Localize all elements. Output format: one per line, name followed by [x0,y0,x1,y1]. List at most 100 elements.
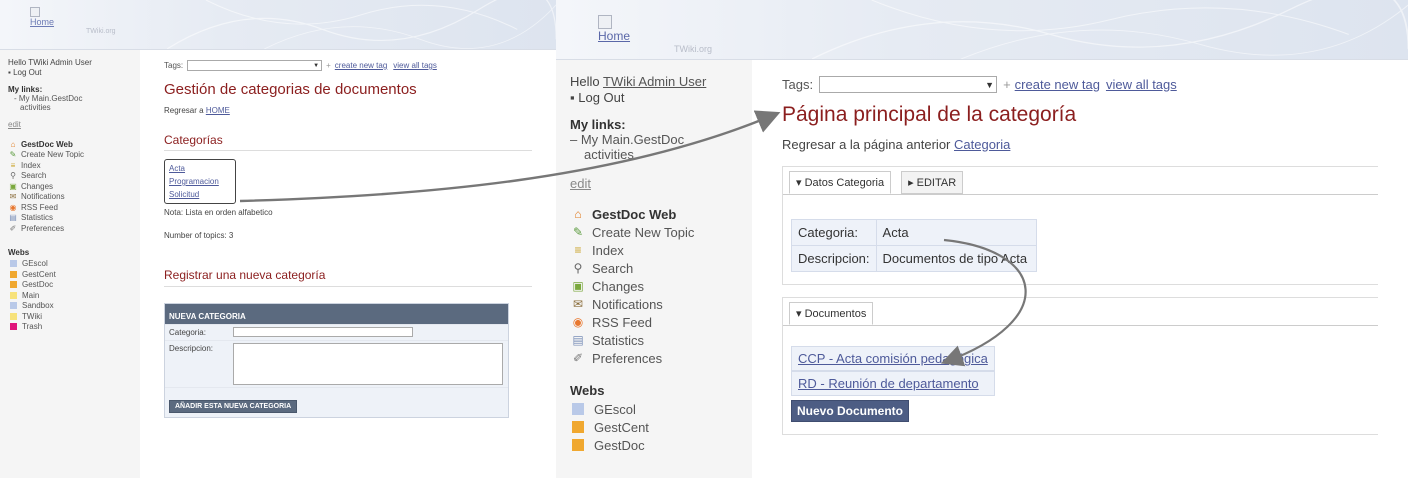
sidebar-item-create-new-topic[interactable]: ✎ Create New Topic [570,223,738,241]
logout-link[interactable]: ▪ Log Out [570,90,738,105]
my-link-activities[interactable]: activities [8,103,132,112]
document-link-ccp[interactable]: CCP - Acta comisión pedagógica [791,346,995,371]
web-color-icon [10,281,17,289]
sort-note: Nota: Lista en orden alfabetico [164,208,273,217]
category-link-acta[interactable]: Acta [169,162,231,175]
descripcion-row: Descripcion: [165,340,508,387]
home-link[interactable]: Home [598,29,630,43]
tags-dropdown[interactable]: ▼ [819,76,998,93]
webs-list: GEscol GestCent GestDoc [570,400,738,454]
category-link-solicitud[interactable]: Solicitud [169,188,231,201]
notifications-icon: ✉ [572,297,584,311]
tags-label: Tags: [782,77,814,92]
sidebar-item-statistics[interactable]: ▤ Statistics [570,331,738,349]
sidebar-item-gestdoc-web[interactable]: ⌂ GestDoc Web [570,205,738,223]
logout-link[interactable]: ▪ Log Out [8,68,132,77]
back-categoria-link[interactable]: Categoria [954,137,1010,152]
topic-count: Number of topics: 3 [164,231,234,240]
sidebar-item-create-new-topic[interactable]: ✎ Create New Topic [8,150,132,161]
my-link-activities[interactable]: activities [570,147,738,162]
tab-datos-categoria[interactable]: ▾ Datos Categoria [789,171,892,194]
web-label: GestCent [22,269,56,279]
twiki-org-label: TWiki.org [674,44,712,54]
changes-icon: ▣ [9,181,17,191]
my-link-gestdoc[interactable]: - My Main.GestDoc [8,94,132,103]
back-prefix: Regresar a [164,106,204,115]
broken-image-icon [598,14,612,29]
descripcion-label: Descripcion: [791,245,877,272]
back-home-link[interactable]: HOME [206,106,230,115]
home-logo[interactable]: Home TWiki.org [598,14,712,54]
categories-list: Acta Programacion Solicitud [164,159,236,204]
user-link[interactable]: TWiki Admin User [603,74,706,89]
my-link-gestdoc[interactable]: – My Main.GestDoc [570,132,738,147]
tags-dropdown[interactable]: ▼ [187,60,323,71]
sidebar-item-rss-feed[interactable]: ◉ RSS Feed [8,202,132,213]
web-nav-list: ⌂ GestDoc Web ✎ Create New Topic ≡ Index ⚲ Sear… [570,205,738,367]
web-color-icon [10,291,17,299]
descripcion-textarea[interactable] [233,343,503,385]
sidebar-item-statistics[interactable]: ▤ Statistics [8,213,132,224]
add-category-button[interactable]: AÑADIR ESTA NUEVA CATEGORIA [169,400,298,413]
web-link-trash[interactable]: Trash [8,322,132,333]
sidebar-item-changes[interactable]: ▣ Changes [8,181,132,192]
webs-title: Webs [570,383,605,398]
web-color-icon [10,260,17,268]
logout-icon: ▪ [570,90,579,105]
web-link-gestdoc[interactable]: GestDoc [8,280,132,291]
document-link-rd[interactable]: RD - Reunión de departamento [791,371,995,396]
back-line: Regresar a la página anterior Categoria [782,137,1378,152]
top-banner: Home TWiki.org [0,0,556,50]
view-all-tags-link[interactable]: view all tags [1106,77,1177,92]
sidebar-item-changes[interactable]: ▣ Changes [570,277,738,295]
tab-documentos[interactable]: ▾ Documentos [789,302,874,325]
my-links-title: My links: [8,85,43,94]
hello-prefix: Hello [570,74,600,89]
sidebar-item-label: Search [21,171,47,181]
index-icon: ≡ [574,243,582,257]
tab-editar[interactable]: ▸ EDITAR [901,171,964,194]
sidebar-item-index[interactable]: ≡ Index [8,160,132,171]
sidebar-item-notifications[interactable]: ✉ Notifications [8,192,132,203]
web-label: TWiki [22,311,42,321]
sidebar-item-search[interactable]: ⚲ Search [570,259,738,277]
left-main-content: Tags: ▼ + create new tag view all tags G… [140,50,556,478]
web-link-gestdoc[interactable]: GestDoc [570,436,738,454]
categoria-input[interactable] [233,327,413,337]
create-new-tag-link[interactable]: create new tag [1015,77,1100,92]
home-logo[interactable]: Home TWiki.org [30,6,116,35]
sidebar-item-notifications[interactable]: ✉ Notifications [570,295,738,313]
view-all-tags-link[interactable]: view all tags [393,61,437,70]
back-line: Regresar a HOME [164,106,532,115]
home-link[interactable]: Home [30,17,54,27]
sidebar-item-preferences[interactable]: ✐ Preferences [8,223,132,234]
sidebar-item-label: Preferences [592,350,663,366]
web-link-main[interactable]: Main [8,290,132,301]
categories-heading: Categorías [164,133,532,151]
category-link-programacion[interactable]: Programacion [169,175,231,188]
web-link-gescol[interactable]: GEscol [570,400,738,418]
web-link-gestcent[interactable]: GestCent [570,418,738,436]
web-link-gestcent[interactable]: GestCent [8,269,132,280]
sidebar-item-gestdoc-web[interactable]: ⌂ GestDoc Web [8,139,132,150]
sidebar-item-label: Changes [21,181,54,191]
categoria-value: Acta [875,219,1037,246]
edit-link[interactable]: edit [570,176,738,191]
form-actions: AÑADIR ESTA NUEVA CATEGORIA [165,387,508,417]
new-document-button[interactable]: Nuevo Documento [791,400,910,422]
form-header: NUEVA CATEGORIA [165,304,508,324]
web-label: GestDoc [594,437,645,453]
create-new-tag-link[interactable]: create new tag [335,61,387,70]
edit-link[interactable]: edit [8,120,132,129]
sidebar-item-index[interactable]: ≡ Index [570,241,738,259]
twiki-org-label: TWiki.org [86,28,116,35]
sidebar-item-rss-feed[interactable]: ◉ RSS Feed [570,313,738,331]
web-link-twiki[interactable]: TWiki [8,311,132,322]
web-link-sandbox[interactable]: Sandbox [8,301,132,312]
documentos-content: CCP - Acta comisión pedagógica RD - Reun… [783,325,1378,434]
sidebar-item-preferences[interactable]: ✐ Preferences [570,349,738,367]
web-link-gescol[interactable]: GEscol [8,259,132,270]
banner-swirl-decoration [166,0,556,49]
sidebar-item-search[interactable]: ⚲ Search [8,171,132,182]
web-label: GEscol [594,401,636,417]
